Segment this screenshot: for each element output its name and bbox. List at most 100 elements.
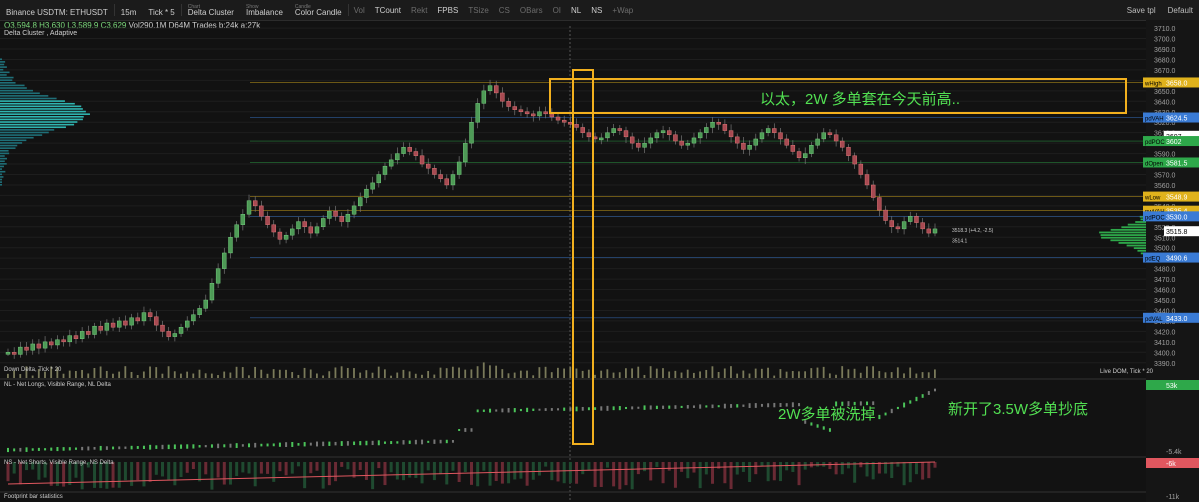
volume-bar [742, 371, 744, 378]
volume-bar [69, 371, 71, 378]
toggle-rekt[interactable]: Rekt [406, 6, 432, 15]
profile-bar [0, 179, 2, 181]
default-template-button[interactable]: Default [1168, 6, 1193, 15]
chart-toolbar: Binance USDTM: ETHUSDT 15m Tick * 5 Char… [0, 0, 1199, 21]
volume-bar [149, 367, 151, 378]
ns-bar [921, 462, 924, 480]
volume-bar [291, 372, 293, 378]
volume-bar [767, 368, 769, 378]
volume-bar [310, 369, 312, 378]
volume-bar [520, 371, 522, 378]
toggle-fpbs[interactable]: FPBS [432, 6, 463, 15]
dom-bar [1128, 224, 1146, 226]
nl-bar [365, 441, 367, 445]
ns-bar [872, 462, 875, 479]
symbol-selector[interactable]: Binance USDTM: ETHUSDT [0, 3, 114, 17]
volume-bar [100, 366, 102, 378]
profile-bar [0, 87, 27, 89]
volume-bar [761, 369, 763, 378]
candle-body [717, 122, 721, 124]
nl-bar [322, 442, 324, 446]
volume-bar [594, 375, 596, 378]
candle-body [550, 114, 554, 117]
toggle-tsize[interactable]: TSize [463, 6, 493, 15]
volume-bar [576, 369, 578, 378]
save-template-button[interactable]: Save tpl [1127, 6, 1156, 15]
toggle-wap[interactable]: +Wap [607, 6, 638, 15]
price-chart[interactable]: 3710.03700.03690.03680.03670.03660.03650… [0, 20, 1199, 502]
volume-bar [792, 371, 794, 378]
candle-body [130, 318, 134, 325]
candle-selector[interactable]: Candle Color Candle [289, 3, 348, 17]
profile-bar [0, 111, 86, 113]
interval-selector[interactable]: 15m [115, 3, 143, 17]
volume-bar [483, 362, 485, 378]
toggle-cs[interactable]: CS [494, 6, 515, 15]
ns-bar [736, 462, 739, 475]
toggle-vol[interactable]: Vol [349, 6, 370, 15]
candle-body [321, 218, 325, 226]
volume-bar [112, 374, 114, 378]
ns-bar [390, 462, 393, 472]
toggle-ns[interactable]: NS [586, 6, 607, 15]
nl-bar [192, 444, 194, 448]
toggle-obars[interactable]: OBars [515, 6, 548, 15]
ns-bar [643, 462, 646, 471]
candle-body [667, 131, 671, 135]
nl-bar [644, 405, 646, 409]
ns-bar [631, 462, 634, 489]
volume-bar [928, 372, 930, 378]
nl-bar [532, 409, 534, 411]
ns-bar [884, 462, 887, 474]
toggle-tcount[interactable]: TCount [370, 6, 406, 15]
volume-bar [316, 373, 318, 378]
level-label-value: 3433.0 [1166, 316, 1188, 323]
candle-body [865, 175, 869, 185]
ns-bar [754, 462, 757, 474]
volume-bar [606, 369, 608, 378]
candle-body [117, 321, 121, 327]
candle-body [241, 214, 245, 224]
ns-bar [779, 462, 782, 481]
ns-bar [575, 462, 578, 484]
volume-bar [341, 366, 343, 378]
nl-bar [75, 448, 77, 450]
nl-bar [236, 443, 238, 448]
toggle-nl[interactable]: NL [566, 6, 586, 15]
ns-bar [118, 462, 121, 488]
volume-bar [625, 368, 627, 378]
candle-body [797, 152, 801, 158]
profile-bar [0, 74, 7, 76]
nl-bar [885, 413, 887, 416]
nl-bar [199, 445, 201, 447]
volume-bar [656, 369, 658, 378]
volume-bar [501, 369, 503, 378]
volume-bar [903, 373, 905, 378]
chart-type-selector[interactable]: Chart Delta Cluster [182, 3, 240, 17]
candle-body [216, 269, 220, 284]
volume-bar [396, 373, 398, 378]
candle-body [711, 122, 715, 127]
ns-bar [730, 462, 733, 489]
price-tick-label: 3450.0 [1154, 298, 1176, 305]
price-tick-label: 3420.0 [1154, 329, 1176, 336]
nl-bar [501, 408, 503, 412]
nl-bar [761, 404, 763, 407]
price-tick-label: 3410.0 [1154, 340, 1176, 347]
display-selector[interactable]: Show Imbalance [240, 3, 289, 17]
ns-bar [198, 462, 201, 481]
toggle-oi[interactable]: OI [548, 6, 566, 15]
volume-bar [328, 371, 330, 378]
volume-bar [872, 366, 874, 378]
volume-bar [644, 375, 646, 378]
ns-bar [278, 462, 281, 471]
ns-bar [785, 462, 788, 470]
ns-bar [149, 462, 152, 482]
nl-bar [347, 441, 349, 446]
ns-bar [625, 462, 628, 485]
nl-bar [619, 406, 621, 410]
tick-selector[interactable]: Tick * 5 [142, 3, 180, 17]
nl-bar [563, 408, 565, 411]
price-tick-label: 3400.0 [1154, 350, 1176, 357]
nl-bar [483, 410, 485, 412]
